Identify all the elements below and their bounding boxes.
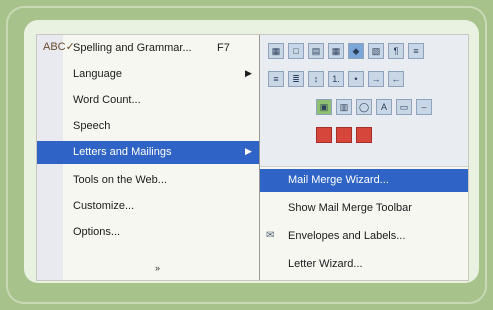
red-icon-2[interactable] [336, 127, 352, 143]
picture-icon[interactable]: ▣ [316, 99, 332, 115]
letters-and-mailings-submenu: Mail Merge Wizard... Show Mail Merge Too… [260, 166, 468, 280]
red-icon-1[interactable] [316, 127, 332, 143]
paragraph-icon[interactable]: ¶ [388, 43, 404, 59]
map-icon[interactable]: ▧ [368, 43, 384, 59]
textbox-icon[interactable]: ▭ [396, 99, 412, 115]
menu-item-label: Options... [73, 226, 121, 238]
toolbar-row [316, 127, 372, 143]
bullets-icon[interactable]: • [348, 71, 364, 87]
indent-icon[interactable]: → [368, 71, 384, 87]
toolbar-area: ▦ □ ▤ ▦ ◆ ▧ ¶ ≡ ≡ ≣ ↕ 1. • → ← ▣ ▥ ◯ A ▭… [260, 35, 468, 166]
grid-icon[interactable]: ▦ [268, 43, 284, 59]
dash-icon[interactable]: – [416, 99, 432, 115]
outer-frame: ABC✓ Spelling and Grammar... F7 Language… [6, 6, 487, 304]
submenu-item-label: Letter Wizard... [288, 258, 363, 270]
submenu-item-label: Envelopes and Labels... [288, 230, 406, 242]
menu-item-label: Customize... [73, 200, 135, 212]
menu-item-label: Spelling and Grammar... [73, 42, 192, 54]
shape-icon[interactable]: ◯ [356, 99, 372, 115]
toolbar-row: ≡ ≣ ↕ 1. • → ← [268, 71, 404, 87]
submenu-item-show-mail-merge-toolbar[interactable]: Show Mail Merge Toolbar [260, 197, 468, 220]
numbering-icon[interactable]: 1. [328, 71, 344, 87]
menu-item-language[interactable]: Language ▶ [37, 63, 259, 86]
wordart-icon[interactable]: A [376, 99, 392, 115]
menu-item-label: Tools on the Web... [73, 174, 167, 186]
menu-item-label: Letters and Mailings [73, 146, 172, 158]
menu-item-word-count[interactable]: Word Count... [37, 89, 259, 112]
chart-icon[interactable]: ◆ [348, 43, 364, 59]
menu-item-customize[interactable]: Customize... [37, 195, 259, 218]
menu-item-label: Speech [73, 120, 111, 132]
submenu-item-envelopes-and-labels[interactable]: ✉ Envelopes and Labels... [260, 225, 468, 248]
line-spacing-icon[interactable]: ↕ [308, 71, 324, 87]
menu-item-label: Language [73, 68, 122, 80]
window-icon[interactable]: □ [288, 43, 304, 59]
envelope-icon: ✉ [266, 230, 275, 241]
menu-item-label: Word Count... [73, 94, 141, 106]
more-items-chevron-icon[interactable]: » [155, 263, 160, 273]
columns-icon[interactable]: ▤ [308, 43, 324, 59]
menu-item-speech[interactable]: Speech [37, 115, 259, 138]
submenu-item-letter-wizard[interactable]: Letter Wizard... [260, 253, 468, 276]
align-left-icon[interactable]: ≡ [268, 71, 284, 87]
inner-panel: ABC✓ Spelling and Grammar... F7 Language… [24, 20, 479, 283]
table-icon[interactable]: ▦ [328, 43, 344, 59]
submenu-arrow-icon: ▶ [245, 146, 252, 156]
menu-item-shortcut: F7 [217, 42, 230, 54]
word-screenshot: ABC✓ Spelling and Grammar... F7 Language… [36, 34, 469, 281]
submenu-item-label: Mail Merge Wizard... [288, 174, 389, 186]
outdent-icon[interactable]: ← [388, 71, 404, 87]
toolbar-row: ▣ ▥ ◯ A ▭ – [316, 99, 432, 115]
menu-item-options[interactable]: Options... [37, 221, 259, 244]
submenu-arrow-icon: ▶ [245, 68, 252, 78]
chart-bar-icon[interactable]: ▥ [336, 99, 352, 115]
menu-item-letters-and-mailings[interactable]: Letters and Mailings ▶ [37, 141, 259, 164]
tools-menu: ABC✓ Spelling and Grammar... F7 Language… [37, 35, 260, 280]
menu-item-spelling-and-grammar[interactable]: Spelling and Grammar... F7 [37, 37, 259, 60]
menu-item-tools-on-the-web[interactable]: Tools on the Web... [37, 169, 259, 192]
toolbar-row: ▦ □ ▤ ▦ ◆ ▧ ¶ ≡ [268, 43, 424, 59]
red-icon-3[interactable] [356, 127, 372, 143]
submenu-item-mail-merge-wizard[interactable]: Mail Merge Wizard... [260, 169, 468, 192]
align-center-icon[interactable]: ≣ [288, 71, 304, 87]
format-icon[interactable]: ≡ [408, 43, 424, 59]
submenu-item-label: Show Mail Merge Toolbar [288, 202, 412, 214]
